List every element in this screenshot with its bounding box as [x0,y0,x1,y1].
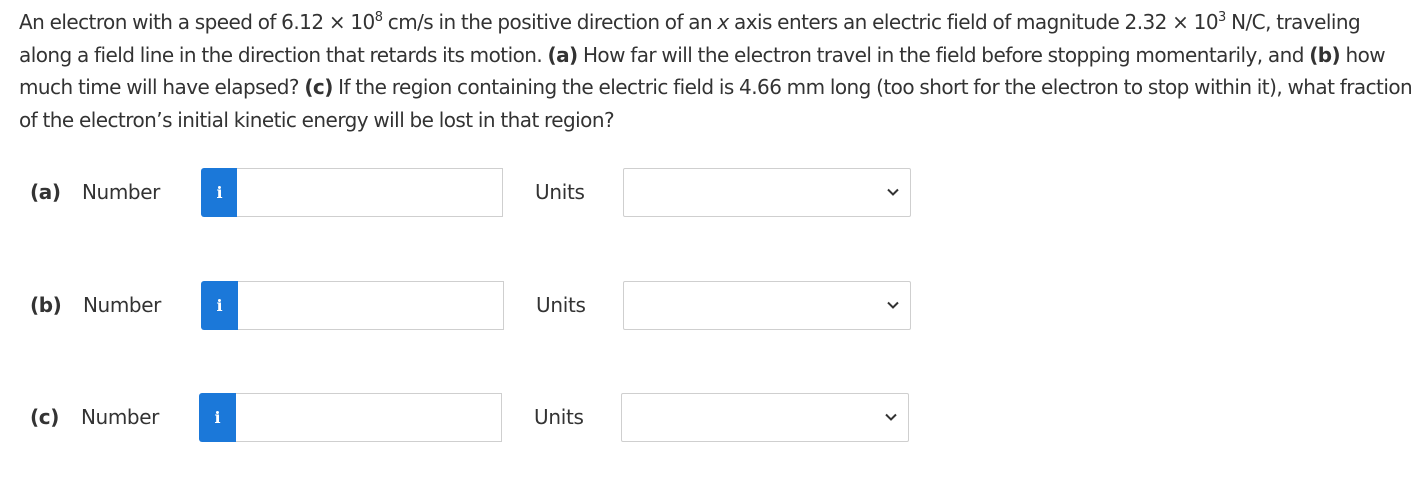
chevron-down-icon [887,188,899,196]
units-label: Units [535,180,585,204]
chevron-down-icon [887,301,899,309]
units-label: Units [536,293,586,317]
number-label: Number [83,293,161,317]
part-c-marker: (c) [304,75,333,99]
question-fragment: cm/s in the positive direction of an [382,10,718,34]
number-label: Number [82,180,160,204]
question-fragment: How far will the electron travel in the … [577,42,1310,67]
info-icon[interactable]: i [201,281,238,330]
units-select-c[interactable] [621,393,909,442]
part-label: (c) [30,405,59,429]
number-label: Number [81,405,159,429]
units-label: Units [534,405,584,429]
part-label: (b) [30,293,62,317]
number-input-c[interactable] [236,393,502,442]
question-fragment: axis enters an electric field of magnitu… [728,10,1219,34]
number-input-b[interactable] [238,281,504,330]
question-text: An electron with a speed of 6.12 × 108 c… [19,6,1414,136]
part-label: (a) [30,180,61,204]
units-select-b[interactable] [623,281,911,330]
exponent: 3 [1218,10,1226,25]
question-fragment: An electron with a speed of 6.12 × 10 [19,10,375,34]
chevron-down-icon [885,413,897,421]
variable-x: x [717,10,729,34]
answer-row-c: (c) Number i Units [0,393,1000,443]
part-b-marker: (b) [1309,42,1341,67]
part-a-marker: (a) [547,42,579,67]
info-icon[interactable]: i [201,168,238,217]
answer-row-b: (b) Number i Units [0,281,1000,331]
info-icon[interactable]: i [199,393,236,442]
number-input-a[interactable] [237,168,503,217]
units-select-a[interactable] [623,168,911,217]
answer-row-a: (a) Number i Units [0,168,1000,218]
